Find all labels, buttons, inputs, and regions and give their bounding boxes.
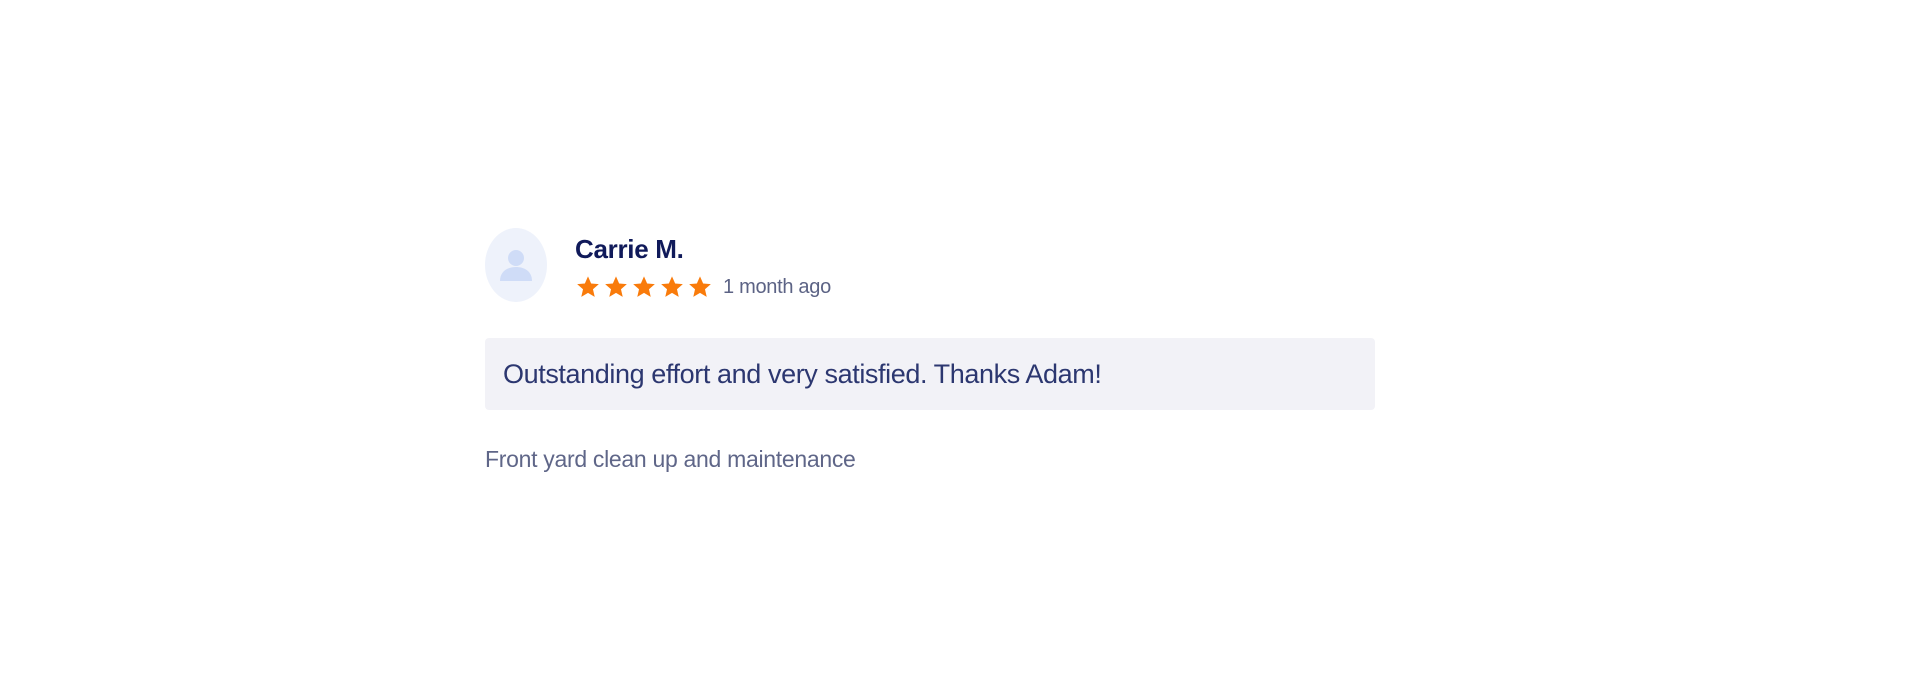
page: Carrie M. 1 month ago Outstanding effort… — [0, 0, 1920, 681]
review-card: Carrie M. 1 month ago Outstanding effort… — [485, 228, 1375, 473]
reviewer-name: Carrie M. — [575, 234, 684, 264]
review-header: Carrie M. 1 month ago — [485, 228, 1375, 302]
avatar — [485, 228, 547, 302]
user-icon — [500, 250, 532, 281]
service-label: Front yard clean up and maintenance — [485, 446, 856, 472]
review-body: Outstanding effort and very satisfied. T… — [485, 338, 1375, 410]
star-icon — [633, 276, 655, 297]
reviewer-meta: Carrie M. 1 month ago — [575, 228, 831, 300]
star-icon — [605, 276, 627, 297]
star-icon — [689, 276, 711, 297]
star-icon — [577, 276, 599, 297]
star-icon — [661, 276, 683, 297]
star-rating — [575, 274, 715, 300]
review-text: Outstanding effort and very satisfied. T… — [503, 358, 1102, 389]
rating-row: 1 month ago — [575, 274, 831, 300]
review-time: 1 month ago — [723, 275, 831, 298]
